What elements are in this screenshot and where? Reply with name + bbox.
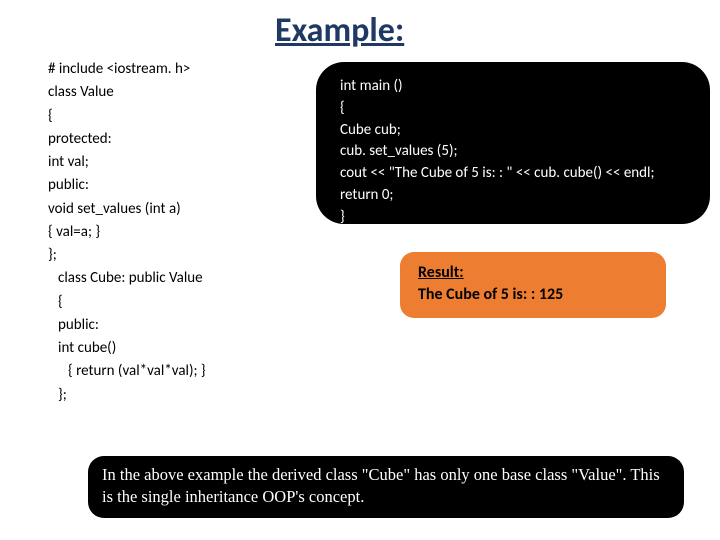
code-line: { xyxy=(340,98,700,120)
result-text: The Cube of 5 is: : 125 xyxy=(418,285,563,304)
code-line: class Cube: public Value xyxy=(48,267,278,290)
explanation-text: In the above example the derived class "… xyxy=(88,456,684,518)
code-line: int cube() xyxy=(48,337,278,360)
code-line: }; xyxy=(48,244,278,267)
code-line: protected: xyxy=(48,128,278,151)
code-line: public: xyxy=(48,314,278,337)
class-definition-code: # include <iostream. h> class Value { pr… xyxy=(48,58,278,407)
code-line: void set_values (int a) xyxy=(48,198,278,221)
main-function-code: int main () { Cube cub; cub. set_values … xyxy=(316,62,710,224)
code-line: int val; xyxy=(48,151,278,174)
result-label: Result: xyxy=(418,263,464,282)
code-line: cout << "The Cube of 5 is: : " << cub. c… xyxy=(340,163,700,185)
code-line: }; xyxy=(48,384,278,407)
code-line: Cube cub; xyxy=(340,120,700,142)
code-line: { return (val*val*val); } xyxy=(48,360,278,383)
code-line: int main () xyxy=(340,76,700,98)
code-line: { val=a; } xyxy=(48,221,278,244)
code-line: cub. set_values (5); xyxy=(340,141,700,163)
code-line: { xyxy=(48,291,278,314)
slide-title: Example: xyxy=(275,10,404,51)
code-line: public: xyxy=(48,174,278,197)
code-line: return 0; xyxy=(340,185,700,207)
result-output: Result: The Cube of 5 is: : 125 xyxy=(400,252,666,318)
code-line: { xyxy=(48,105,278,128)
code-line: # include <iostream. h> xyxy=(48,58,278,81)
code-line: } xyxy=(340,207,700,229)
code-line: class Value xyxy=(48,81,278,104)
